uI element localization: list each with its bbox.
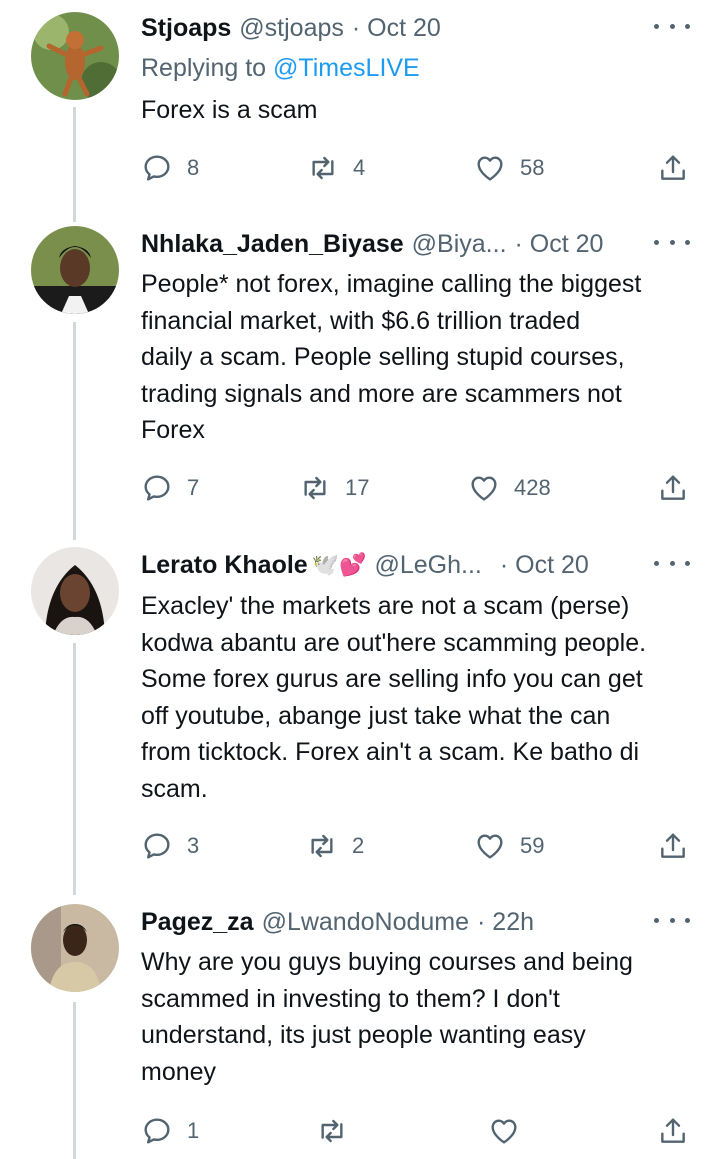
display-name[interactable]: Nhlaka_Jaden_Biyase: [141, 230, 404, 259]
retweet-icon: [311, 834, 333, 858]
reply-icon: [144, 155, 170, 181]
share-icon: [661, 155, 685, 180]
tweet-date[interactable]: · Oct 20: [352, 14, 441, 43]
avatar[interactable]: [31, 226, 119, 314]
reply-icon: [144, 475, 170, 501]
tweet-text: Forex is a scam: [141, 92, 692, 129]
avatar[interactable]: [31, 12, 119, 100]
like-button[interactable]: 428: [468, 468, 551, 508]
retweet-button[interactable]: 2: [306, 826, 364, 866]
tweet-text: Exacley' the markets are not a scam (per…: [141, 588, 692, 807]
reply-count: 3: [187, 833, 200, 858]
tweet-text-line: financial market, with $6.6 trillion tra…: [141, 306, 581, 335]
share-button[interactable]: [657, 148, 689, 188]
more-options-icon[interactable]: [654, 551, 690, 575]
tweet-text-line: scammed in investing to them? I don't: [141, 984, 560, 1013]
retweet-icon: [321, 1119, 343, 1143]
tweet-actions: 1: [141, 1111, 692, 1151]
share-button[interactable]: [657, 826, 689, 866]
display-name[interactable]: Pagez_za: [141, 908, 254, 937]
tweet-text-line: Forex: [141, 416, 205, 444]
tweet-text-line: Exacley' the markets are not a scam (per…: [141, 592, 630, 620]
retweet-count: 17: [345, 475, 370, 500]
retweet-button[interactable]: 4: [307, 148, 365, 188]
thread-line: [73, 107, 76, 222]
reply-button[interactable]: 1: [141, 1111, 199, 1151]
tweet-text-line: off youtube, abange just take what the c…: [141, 701, 611, 730]
thread-line: [73, 1002, 76, 1159]
tweet-text-line: Forex is a scam: [141, 96, 318, 124]
tweet-date[interactable]: · 22h: [477, 908, 534, 937]
reply-count: 8: [187, 155, 200, 180]
reply-button[interactable]: 7: [141, 468, 199, 508]
like-button[interactable]: 58: [474, 148, 544, 188]
tweet-text-line: from ticktock. Forex ain't a scam. Ke ba…: [141, 738, 640, 766]
share-button[interactable]: [657, 1111, 689, 1151]
reply-count: 1: [187, 1118, 200, 1143]
more-options-icon[interactable]: [654, 230, 690, 254]
tweet-text-line: People* not forex, imagine calling the b…: [141, 270, 642, 298]
display-name[interactable]: Stjoaps: [141, 14, 231, 43]
tweet-text-line: Why are you guys buying courses and bein…: [141, 948, 633, 976]
avatar[interactable]: [31, 547, 119, 635]
reply-count: 7: [187, 475, 200, 500]
tweet-actions: 3 2 59: [141, 826, 692, 866]
like-count: 58: [520, 155, 545, 180]
retweet-count: 2: [352, 833, 365, 858]
reply-button[interactable]: 8: [141, 148, 199, 188]
retweet-count: 4: [353, 155, 366, 180]
tweet-date[interactable]: · Oct 20: [515, 230, 604, 259]
reply-icon: [144, 833, 170, 859]
tweet-text-line: understand, its just people wanting easy: [141, 1021, 586, 1049]
share-icon: [661, 833, 685, 858]
user-handle[interactable]: @LeGh...: [375, 551, 482, 580]
retweet-icon: [312, 156, 334, 180]
heart-icon: [477, 156, 503, 181]
tweet-text-line: scam.: [141, 774, 208, 803]
like-count: 428: [514, 475, 551, 500]
tweet-text-line: Some forex gurus are selling info you ca…: [141, 665, 643, 693]
heart-icon: [471, 476, 497, 501]
tweet-actions: 8 4 58: [141, 148, 692, 188]
share-icon: [661, 1118, 685, 1143]
retweet-button[interactable]: 17: [299, 468, 369, 508]
user-handle[interactable]: @stjoaps: [239, 14, 344, 43]
retweet-icon: [304, 476, 326, 500]
name-emoji: 🕊️💕: [311, 552, 367, 577]
reply-button[interactable]: 3: [141, 826, 199, 866]
tweet-text-line: kodwa abantu are out'here scamming peopl…: [141, 628, 647, 657]
share-icon: [661, 475, 685, 500]
tweet-actions: 7 17 428: [141, 468, 692, 508]
mention-link[interactable]: @TimesLIVE: [273, 54, 420, 82]
share-button[interactable]: [657, 468, 689, 508]
display-name[interactable]: Lerato Khaole: [141, 551, 308, 580]
thread-line: [73, 643, 76, 895]
heart-icon: [491, 1119, 517, 1144]
more-options-icon[interactable]: [654, 908, 690, 932]
tweet-text-line: money: [141, 1057, 217, 1086]
tweet-text: People* not forex, imagine calling the b…: [141, 266, 692, 449]
reply-icon: [144, 1118, 170, 1144]
like-button[interactable]: 59: [474, 826, 544, 866]
heart-icon: [477, 834, 503, 859]
replying-label: Replying to: [141, 54, 274, 82]
like-count: 59: [520, 833, 545, 858]
more-options-icon[interactable]: [654, 14, 690, 38]
thread-line: [73, 322, 76, 540]
user-handle[interactable]: @LwandoNodume: [262, 908, 469, 937]
avatar[interactable]: [31, 904, 119, 992]
like-button[interactable]: [488, 1111, 520, 1151]
tweet-text-line: trading signals and more are scammers no…: [141, 379, 622, 408]
user-handle[interactable]: @Biya...: [412, 230, 507, 259]
tweet-date[interactable]: · Oct 20: [500, 551, 589, 580]
replying-to: Replying to @TimesLIVE: [141, 54, 420, 83]
retweet-button[interactable]: [316, 1111, 348, 1151]
tweet-text-line: daily a scam. People selling stupid cour…: [141, 343, 625, 371]
tweet-text: Why are you guys buying courses and bein…: [141, 944, 692, 1090]
